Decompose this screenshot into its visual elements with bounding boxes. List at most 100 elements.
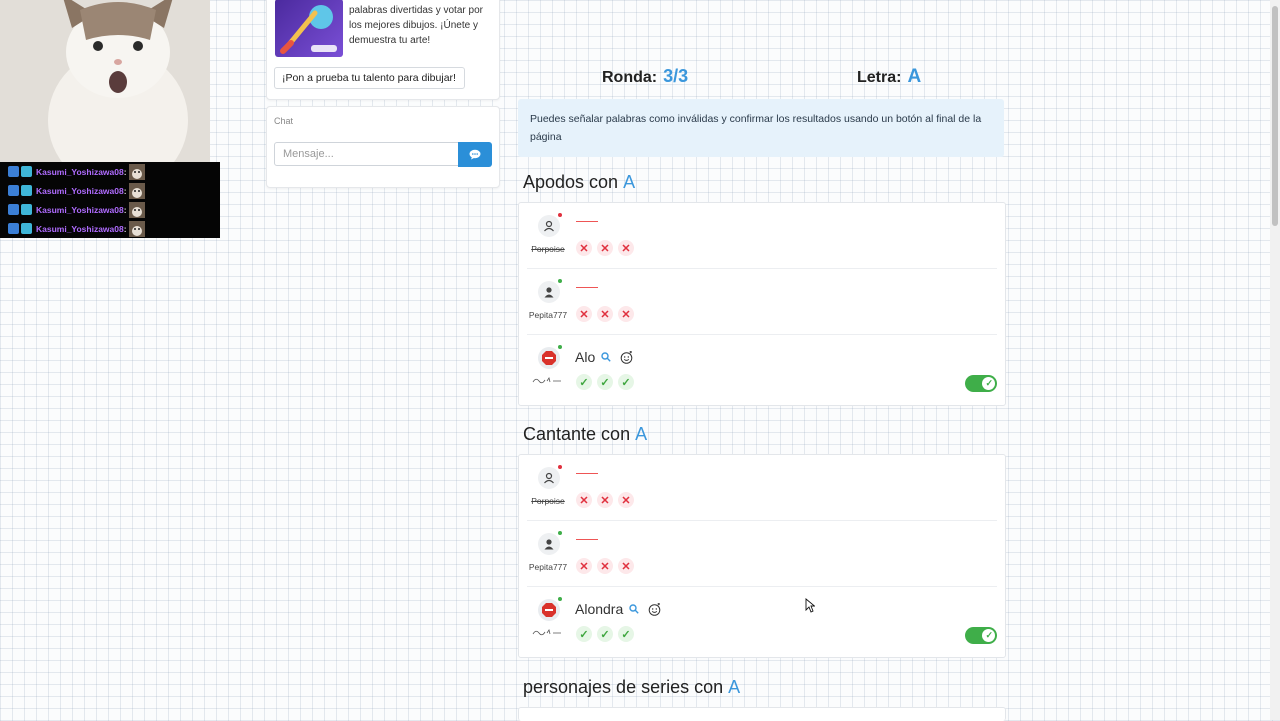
player-row: Pepita777 ✕ ✕ ✕ xyxy=(527,521,997,587)
cat-emote-icon xyxy=(128,163,145,180)
page-scrollbar[interactable] xyxy=(1270,0,1280,720)
empty-answer xyxy=(576,287,598,288)
category-card xyxy=(518,707,1006,721)
vote-reject-icon[interactable]: ✕ xyxy=(576,492,592,508)
smiley-icon[interactable] xyxy=(648,602,661,616)
user-avatar-icon xyxy=(538,533,560,555)
vote-reject-icon[interactable]: ✕ xyxy=(597,306,613,322)
empty-answer xyxy=(576,539,598,540)
badge-icon xyxy=(21,185,32,196)
letter-label: Letra: xyxy=(857,69,902,86)
vote-group: ✕ ✕ ✕ xyxy=(576,306,634,322)
stop-sign-avatar-icon xyxy=(538,347,560,369)
overlay-colon: : xyxy=(123,204,127,215)
overlay-username: Kasumi_Yoshizawa08 xyxy=(36,166,124,177)
vote-group: ✓ ✓ ✓ xyxy=(576,626,634,642)
vote-approve-icon[interactable]: ✓ xyxy=(597,374,613,390)
search-icon[interactable] xyxy=(629,604,639,614)
overlay-colon: : xyxy=(123,223,127,234)
vote-approve-icon[interactable]: ✓ xyxy=(576,374,592,390)
vote-reject-icon[interactable]: ✕ xyxy=(597,492,613,508)
category-title-text: Cantante con xyxy=(523,424,631,444)
player-name-scribble xyxy=(527,376,569,386)
user-avatar-icon xyxy=(538,467,560,489)
vote-reject-icon[interactable]: ✕ xyxy=(618,240,634,256)
promo-text: palabras divertidas y votar por los mejo… xyxy=(349,5,483,46)
category-title-text: personajes de series con xyxy=(523,677,724,697)
answer-text: Alo xyxy=(575,349,633,365)
cat-emote-icon xyxy=(128,182,145,199)
badge-icon xyxy=(8,185,19,196)
category-title: Cantante con A xyxy=(523,424,647,445)
promo-card: palabras divertidas y votar por los mejo… xyxy=(266,0,500,100)
badge-icon xyxy=(21,223,32,234)
status-dot xyxy=(558,213,562,217)
check-icon: ✓ xyxy=(985,630,993,640)
vote-reject-icon[interactable]: ✕ xyxy=(597,240,613,256)
vote-reject-icon[interactable]: ✕ xyxy=(597,558,613,574)
player-row: Porpoise ✕ ✕ ✕ xyxy=(527,455,997,521)
status-dot xyxy=(558,279,562,283)
vote-group: ✕ ✕ ✕ xyxy=(576,492,634,508)
cat-image xyxy=(0,0,210,163)
status-dot xyxy=(558,465,562,469)
player-row: Alo ✓ ✓ ✓ ✓ xyxy=(527,335,997,403)
overlay-username: Kasumi_Yoshizawa08 xyxy=(36,223,124,234)
promo-image xyxy=(275,0,343,57)
status-dot xyxy=(558,345,562,349)
vote-approve-icon[interactable]: ✓ xyxy=(618,374,634,390)
check-icon: ✓ xyxy=(985,378,993,388)
category-title-text: Apodos con xyxy=(523,172,619,192)
search-icon[interactable] xyxy=(601,352,611,362)
overlay-chat-line: Kasumi_Yoshizawa08: xyxy=(0,200,220,219)
overlay-username: Kasumi_Yoshizawa08 xyxy=(36,204,124,215)
vote-approve-icon[interactable]: ✓ xyxy=(576,626,592,642)
badge-icon xyxy=(21,204,32,215)
vote-reject-icon[interactable]: ✕ xyxy=(618,492,634,508)
overlay-chat-line: Kasumi_Yoshizawa08: xyxy=(0,181,220,200)
stop-sign-avatar-icon xyxy=(538,599,560,621)
player-row: Alondra ✓ ✓ ✓ ✓ xyxy=(527,587,997,655)
category-letter: A xyxy=(728,677,741,697)
vote-reject-icon[interactable]: ✕ xyxy=(618,306,634,322)
player-name: Porpoise xyxy=(531,496,565,506)
chat-bubble-icon xyxy=(469,149,481,160)
letter-indicator: Letra: A xyxy=(857,66,921,88)
cat-emote-icon xyxy=(128,220,145,237)
category-letter: A xyxy=(623,172,636,192)
answer-word: Alondra xyxy=(575,601,624,617)
send-message-button[interactable] xyxy=(458,142,492,167)
draw-challenge-button[interactable]: ¡Pon a prueba tu talento para dibujar! xyxy=(274,67,465,89)
cat-emote-icon xyxy=(128,201,145,218)
vote-approve-icon[interactable]: ✓ xyxy=(597,626,613,642)
chat-message-input[interactable] xyxy=(274,142,459,166)
vote-approve-icon[interactable]: ✓ xyxy=(618,626,634,642)
badge-icon xyxy=(21,166,32,177)
paintbrush-icon xyxy=(280,5,337,54)
valid-toggle[interactable]: ✓ xyxy=(965,375,997,392)
category-letter: A xyxy=(635,424,648,444)
vote-group: ✕ ✕ ✕ xyxy=(576,240,634,256)
category-card: Porpoise ✕ ✕ ✕ Pepita777 ✕ ✕ ✕ Alondra ✓… xyxy=(518,454,1006,658)
vote-reject-icon[interactable]: ✕ xyxy=(576,558,592,574)
vote-reject-icon[interactable]: ✕ xyxy=(576,306,592,322)
vote-reject-icon[interactable]: ✕ xyxy=(618,558,634,574)
category-title: Apodos con A xyxy=(523,172,635,193)
category-title: personajes de series con A xyxy=(523,677,740,698)
empty-answer xyxy=(576,473,598,474)
scrollbar-thumb[interactable] xyxy=(1272,6,1278,226)
overlay-colon: : xyxy=(123,166,127,177)
empty-answer xyxy=(576,221,598,222)
badge-icon xyxy=(8,223,19,234)
round-indicator: Ronda: 3/3 xyxy=(602,66,688,87)
status-dot xyxy=(558,531,562,535)
valid-toggle[interactable]: ✓ xyxy=(965,627,997,644)
mouse-cursor-icon xyxy=(805,598,815,613)
player-row: Pepita777 ✕ ✕ ✕ xyxy=(527,269,997,335)
vote-reject-icon[interactable]: ✕ xyxy=(576,240,592,256)
smiley-icon[interactable] xyxy=(620,350,633,364)
user-avatar-icon xyxy=(538,215,560,237)
info-alert: Puedes señalar palabras como inválidas y… xyxy=(518,99,1004,157)
chat-label: Chat xyxy=(274,116,294,126)
overlay-chat-line: Kasumi_Yoshizawa08: xyxy=(0,162,220,181)
